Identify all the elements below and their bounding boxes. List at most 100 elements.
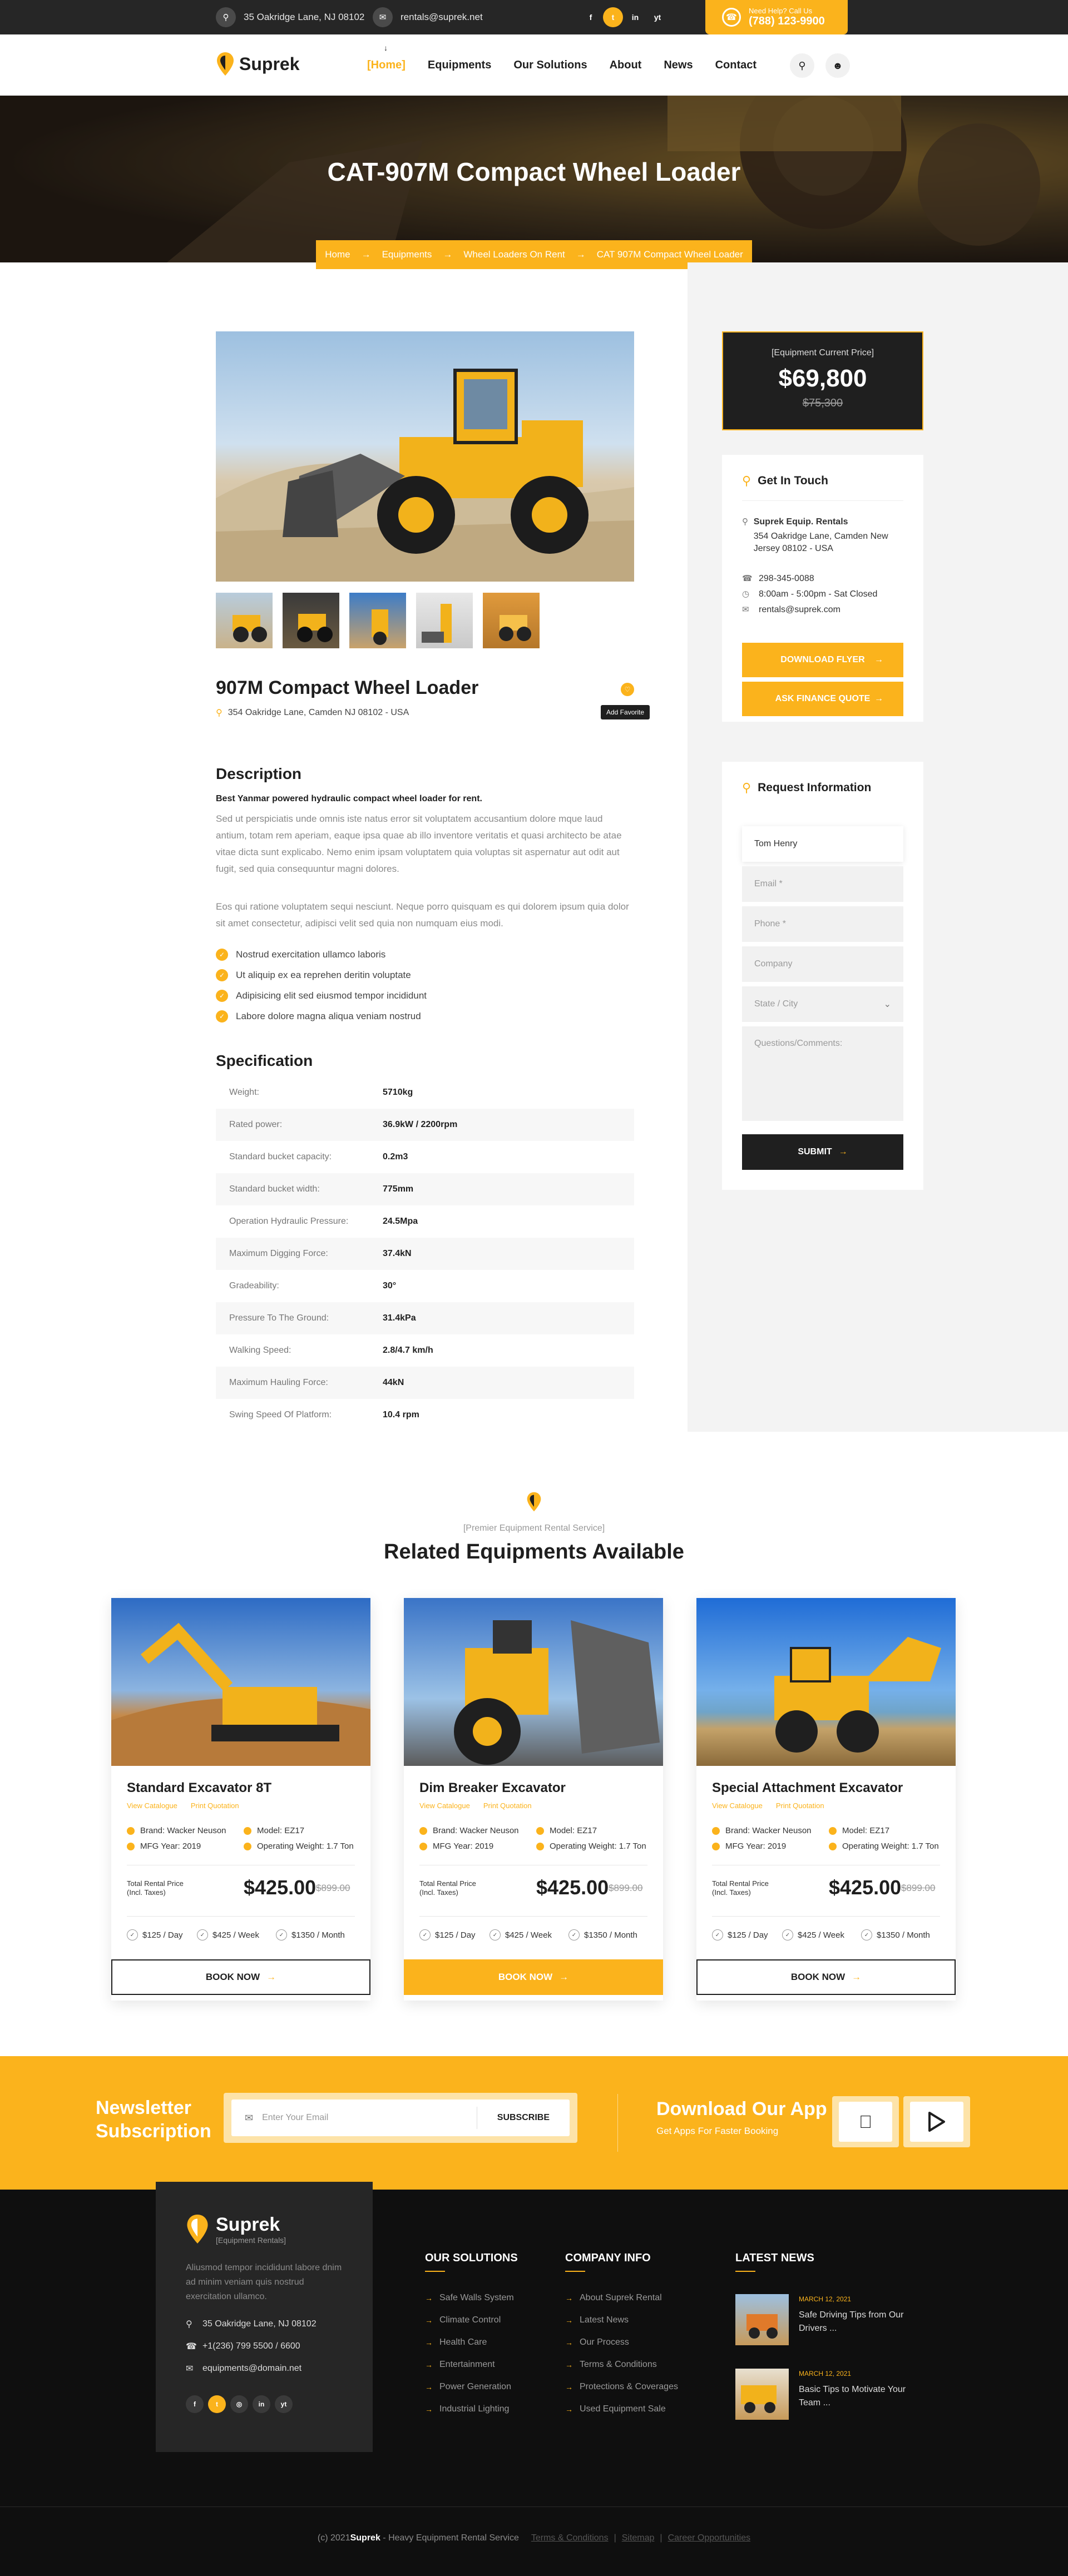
feature-text: Adipisicing elit sed eiusmod tempor inci… bbox=[236, 990, 427, 1001]
name-field[interactable]: Tom Henry bbox=[742, 826, 903, 862]
instagram-icon[interactable]: ◎ bbox=[230, 2395, 248, 2413]
footer-company-link[interactable]: → Latest News bbox=[565, 2315, 629, 2325]
news-thumbnail[interactable] bbox=[735, 2369, 789, 2420]
phone-row: ☎ 298-345-0088 bbox=[742, 573, 814, 585]
breadcrumb-home[interactable]: Home bbox=[325, 249, 350, 260]
state-select[interactable]: State / City ⌄ bbox=[742, 986, 903, 1022]
circle-check-icon[interactable]: ✓ bbox=[197, 1929, 208, 1940]
card-image[interactable] bbox=[111, 1598, 370, 1766]
circle-check-icon[interactable]: ✓ bbox=[127, 1929, 138, 1940]
thumbnail-3[interactable] bbox=[349, 593, 406, 648]
spec-row: Maximum Digging Force: 37.4kN bbox=[216, 1238, 634, 1270]
favorite-heart-icon[interactable]: ♡ bbox=[621, 683, 634, 696]
twitter-icon[interactable]: t bbox=[603, 7, 623, 27]
spec-value: 30° bbox=[383, 1281, 397, 1291]
linkedin-icon[interactable]: in bbox=[253, 2395, 270, 2413]
facebook-icon[interactable]: f bbox=[581, 7, 601, 27]
phone-field[interactable]: Phone * bbox=[742, 906, 903, 942]
logo[interactable]: Suprek bbox=[216, 51, 299, 77]
sitemap-link[interactable]: Sitemap bbox=[622, 2533, 655, 2543]
footer-solution-link[interactable]: → Health Care bbox=[425, 2337, 487, 2347]
footer-company-link[interactable]: → Terms & Conditions bbox=[565, 2360, 657, 2370]
email-field[interactable]: Email * bbox=[742, 866, 903, 902]
phone-text[interactable]: 298-345-0088 bbox=[759, 573, 814, 585]
topbar-email-text[interactable]: rentals@suprek.net bbox=[400, 12, 483, 23]
book-now-button[interactable]: BOOK NOW → bbox=[404, 1959, 663, 1995]
nav-equipments[interactable]: Equipments bbox=[428, 59, 491, 72]
thumbnail-5[interactable] bbox=[483, 593, 540, 648]
company-field[interactable]: Company bbox=[742, 946, 903, 982]
footer-solution-link[interactable]: → Climate Control bbox=[425, 2315, 501, 2325]
card-title[interactable]: Special Attachment Excavator bbox=[712, 1780, 903, 1796]
news-title[interactable]: Basic Tips to Motivate Your Team ... bbox=[799, 2383, 910, 2410]
newsletter-email-input[interactable]: Enter Your Email bbox=[262, 2113, 477, 2123]
subscribe-button[interactable]: SUBSCRIBE bbox=[477, 2113, 570, 2123]
circle-check-icon[interactable]: ✓ bbox=[712, 1929, 723, 1940]
main-equipment-image[interactable] bbox=[216, 331, 634, 582]
footer-company-link[interactable]: → About Suprek Rental bbox=[565, 2293, 662, 2303]
footer-company-link[interactable]: → Protections & Coverages bbox=[565, 2382, 678, 2392]
nav-home[interactable]: [Home] bbox=[367, 59, 406, 72]
circle-check-icon[interactable]: ✓ bbox=[861, 1929, 872, 1940]
view-catalogue-link[interactable]: View Catalogue bbox=[127, 1801, 177, 1810]
view-catalogue-link[interactable]: View Catalogue bbox=[712, 1801, 763, 1810]
nav-contact[interactable]: Contact bbox=[715, 59, 756, 72]
call-number[interactable]: (788) 123-9900 bbox=[749, 15, 825, 28]
circle-check-icon[interactable]: ✓ bbox=[276, 1929, 287, 1940]
youtube-icon[interactable]: yt bbox=[275, 2395, 293, 2413]
breadcrumb-category[interactable]: Wheel Loaders On Rent bbox=[463, 249, 565, 260]
copyright-brand[interactable]: Suprek bbox=[350, 2533, 380, 2543]
print-quotation-link[interactable]: Print Quotation bbox=[483, 1801, 532, 1810]
careers-link[interactable]: Career Opportunities bbox=[668, 2533, 751, 2543]
footer-email[interactable]: equipments@domain.net bbox=[202, 2364, 301, 2374]
footer-logo-text[interactable]: Suprek bbox=[216, 2214, 286, 2236]
thumbnail-1[interactable] bbox=[216, 593, 273, 648]
nav-about[interactable]: About bbox=[610, 59, 642, 72]
footer-solution-link[interactable]: → Power Generation bbox=[425, 2382, 511, 2392]
book-now-button[interactable]: BOOK NOW → bbox=[696, 1959, 956, 1995]
user-icon[interactable]: ☻ bbox=[825, 53, 850, 78]
call-box[interactable]: ☎ Need Help? Call Us (788) 123-9900 bbox=[705, 0, 848, 34]
thumbnail-2[interactable] bbox=[283, 593, 339, 648]
related-tag: [Premier Equipment Rental Service] bbox=[463, 1523, 605, 1533]
linkedin-icon[interactable]: in bbox=[625, 7, 645, 27]
footer-company-link[interactable]: → Our Process bbox=[565, 2337, 629, 2347]
card-title[interactable]: Dim Breaker Excavator bbox=[419, 1780, 566, 1796]
nav-our-solutions[interactable]: Our Solutions bbox=[513, 59, 587, 72]
circle-check-icon[interactable]: ✓ bbox=[782, 1929, 793, 1940]
footer-company-link[interactable]: → Used Equipment Sale bbox=[565, 2404, 666, 2414]
breadcrumb-equipments[interactable]: Equipments bbox=[382, 249, 432, 260]
circle-check-icon[interactable]: ✓ bbox=[490, 1929, 501, 1940]
app-store-apple-icon[interactable]:  bbox=[839, 2102, 892, 2142]
spec-key: Operation Hydraulic Pressure: bbox=[229, 1217, 349, 1226]
card-image[interactable] bbox=[696, 1598, 956, 1766]
thumbnail-4[interactable] bbox=[416, 593, 473, 648]
terms-link[interactable]: Terms & Conditions bbox=[531, 2533, 609, 2543]
footer-solution-link[interactable]: → Industrial Lighting bbox=[425, 2404, 509, 2414]
youtube-icon[interactable]: yt bbox=[647, 7, 668, 27]
news-title[interactable]: Safe Driving Tips from Our Drivers ... bbox=[799, 2309, 910, 2335]
footer-phone[interactable]: +1(236) 799 5500 / 6600 bbox=[202, 2341, 300, 2351]
circle-check-icon[interactable]: ✓ bbox=[568, 1929, 580, 1940]
book-now-button[interactable]: BOOK NOW → bbox=[111, 1959, 370, 1995]
facebook-icon[interactable]: f bbox=[186, 2395, 204, 2413]
view-catalogue-link[interactable]: View Catalogue bbox=[419, 1801, 470, 1810]
google-play-icon[interactable] bbox=[910, 2102, 963, 2142]
news-thumbnail[interactable] bbox=[735, 2294, 789, 2345]
comments-textarea[interactable]: Questions/Comments: bbox=[742, 1026, 903, 1121]
card-image[interactable] bbox=[404, 1598, 663, 1766]
ask-finance-quote-button[interactable]: ASK FINANCE QUOTE → bbox=[742, 682, 903, 716]
footer-solution-link[interactable]: → Entertainment bbox=[425, 2360, 495, 2370]
print-quotation-link[interactable]: Print Quotation bbox=[776, 1801, 824, 1810]
email-text[interactable]: rentals@suprek.com bbox=[759, 604, 840, 616]
download-flyer-button[interactable]: DOWNLOAD FLYER → bbox=[742, 643, 903, 677]
card-title[interactable]: Standard Excavator 8T bbox=[127, 1780, 271, 1796]
footer-solution-link[interactable]: → Safe Walls System bbox=[425, 2293, 514, 2303]
search-icon[interactable]: ⚲ bbox=[790, 53, 814, 78]
print-quotation-link[interactable]: Print Quotation bbox=[191, 1801, 239, 1810]
topbar-email[interactable]: ✉ rentals@suprek.net bbox=[373, 0, 483, 34]
twitter-icon[interactable]: t bbox=[208, 2395, 226, 2413]
submit-button[interactable]: SUBMIT → bbox=[742, 1134, 903, 1170]
nav-news[interactable]: News bbox=[664, 59, 693, 72]
circle-check-icon[interactable]: ✓ bbox=[419, 1929, 431, 1940]
